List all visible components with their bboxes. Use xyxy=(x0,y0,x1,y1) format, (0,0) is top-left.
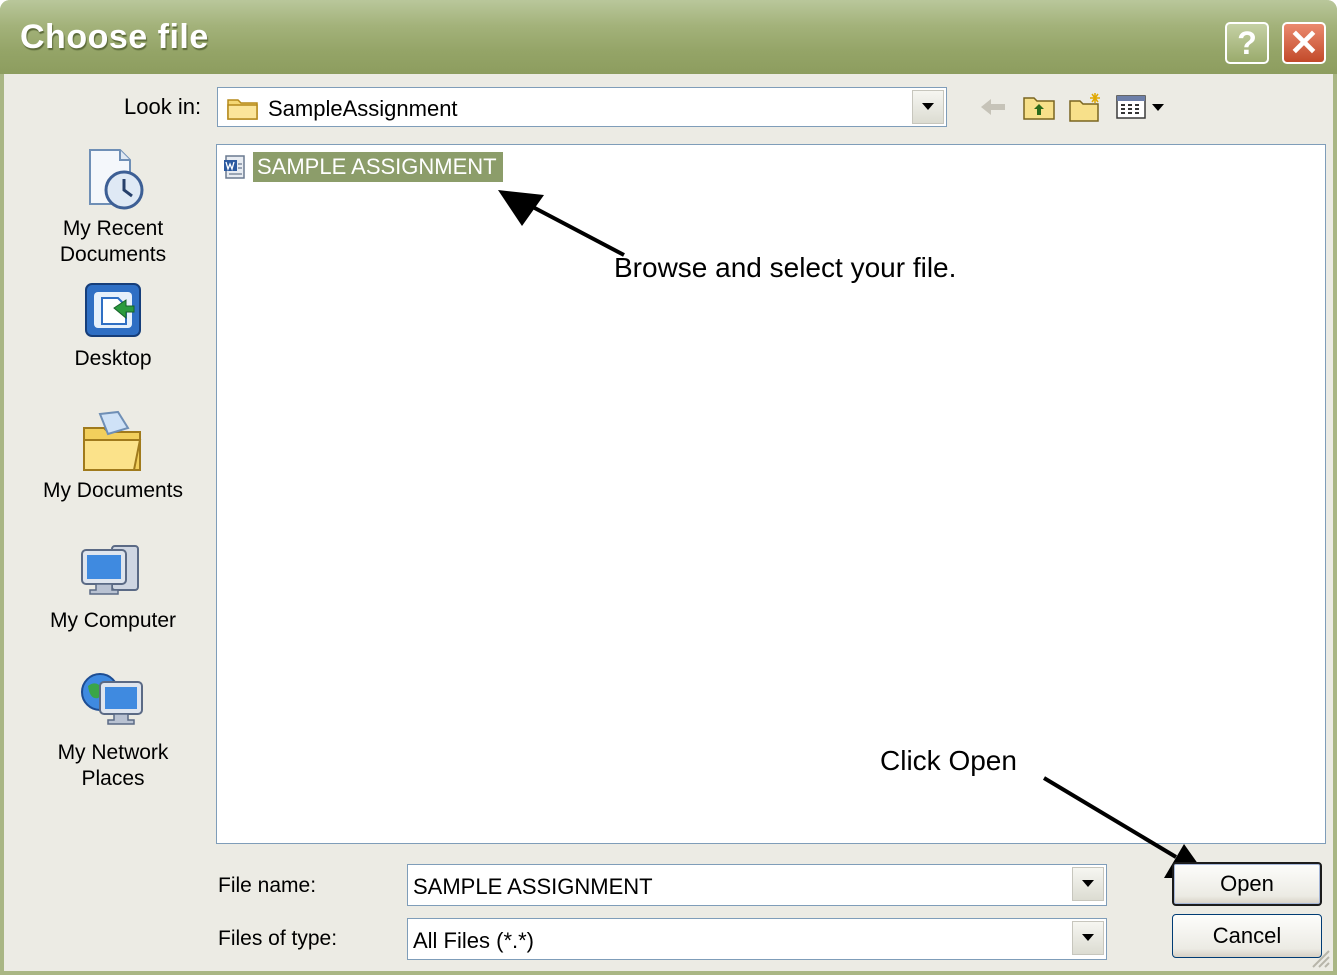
file-type-dropdown-button[interactable] xyxy=(1072,921,1104,955)
desktop-icon xyxy=(85,283,141,337)
open-button-label: Open xyxy=(1220,871,1274,896)
annotation-click-open: Click Open xyxy=(880,745,1017,776)
file-name-input[interactable]: SAMPLE ASSIGNMENT xyxy=(407,864,1107,906)
place-my-computer[interactable]: My Computer xyxy=(18,540,208,634)
open-button[interactable]: Open xyxy=(1172,862,1322,906)
place-label: My Documents xyxy=(42,479,184,502)
word-document-icon xyxy=(224,155,245,179)
file-name-value: SAMPLE ASSIGNMENT xyxy=(413,874,653,899)
folder-icon xyxy=(227,99,258,120)
cancel-button-label: Cancel xyxy=(1212,923,1282,948)
close-button[interactable]: ✕ xyxy=(1282,22,1326,64)
my-computer-icon xyxy=(81,545,139,595)
place-desktop[interactable]: Desktop xyxy=(18,280,208,372)
chevron-down-icon xyxy=(1082,934,1094,941)
file-item-label: SAMPLE ASSIGNMENT xyxy=(253,152,503,182)
place-label: Places xyxy=(81,767,145,790)
look-in-value: SampleAssignment xyxy=(268,96,458,121)
place-label: My Network xyxy=(57,741,169,764)
places-bar: My Recent Documents Desktop My Documents xyxy=(18,140,208,820)
help-button[interactable]: ? xyxy=(1225,22,1269,64)
choose-file-dialog: Choose file ? ✕ Look in: SampleAssignmen… xyxy=(0,0,1337,975)
file-type-value: All Files (*.*) xyxy=(413,928,535,953)
views-menu-icon[interactable] xyxy=(1116,92,1168,122)
close-icon: ✕ xyxy=(1288,22,1320,63)
chevron-down-icon xyxy=(922,103,934,110)
annotation-browse: Browse and select your file. xyxy=(614,252,957,283)
place-label: My Computer xyxy=(49,609,177,632)
file-item[interactable]: SAMPLE ASSIGNMENT xyxy=(223,151,503,183)
resize-grip-icon[interactable] xyxy=(1309,947,1331,969)
place-label: My Recent xyxy=(62,217,164,240)
place-my-network-places[interactable]: My Network Places xyxy=(18,668,208,792)
up-folder-icon[interactable] xyxy=(1022,92,1056,122)
file-name-label: File name: xyxy=(218,874,317,897)
file-list[interactable]: SAMPLE ASSIGNMENT xyxy=(216,144,1326,844)
network-places-icon xyxy=(81,673,143,725)
place-label: Desktop xyxy=(74,347,152,370)
look-in-label: Look in: xyxy=(124,94,202,119)
chevron-down-icon xyxy=(1082,880,1094,887)
dialog-title: Choose file xyxy=(20,18,209,56)
title-bar[interactable]: Choose file ? ✕ xyxy=(0,0,1337,74)
my-documents-icon xyxy=(83,410,142,471)
place-label: Documents xyxy=(59,243,167,266)
file-type-label: Files of type: xyxy=(218,927,338,950)
help-icon: ? xyxy=(1237,24,1257,61)
look-in-dropdown[interactable]: SampleAssignment xyxy=(217,87,947,127)
file-name-dropdown-button[interactable] xyxy=(1072,867,1104,901)
place-my-recent-documents[interactable]: My Recent Documents xyxy=(18,146,208,268)
place-my-documents[interactable]: My Documents xyxy=(18,408,208,504)
recent-documents-icon xyxy=(89,149,144,210)
new-folder-icon[interactable] xyxy=(1068,92,1104,122)
back-arrow-icon[interactable] xyxy=(979,92,1009,122)
cancel-button[interactable]: Cancel xyxy=(1172,914,1322,958)
file-type-dropdown[interactable]: All Files (*.*) xyxy=(407,918,1107,960)
look-in-dropdown-button[interactable] xyxy=(912,90,944,124)
